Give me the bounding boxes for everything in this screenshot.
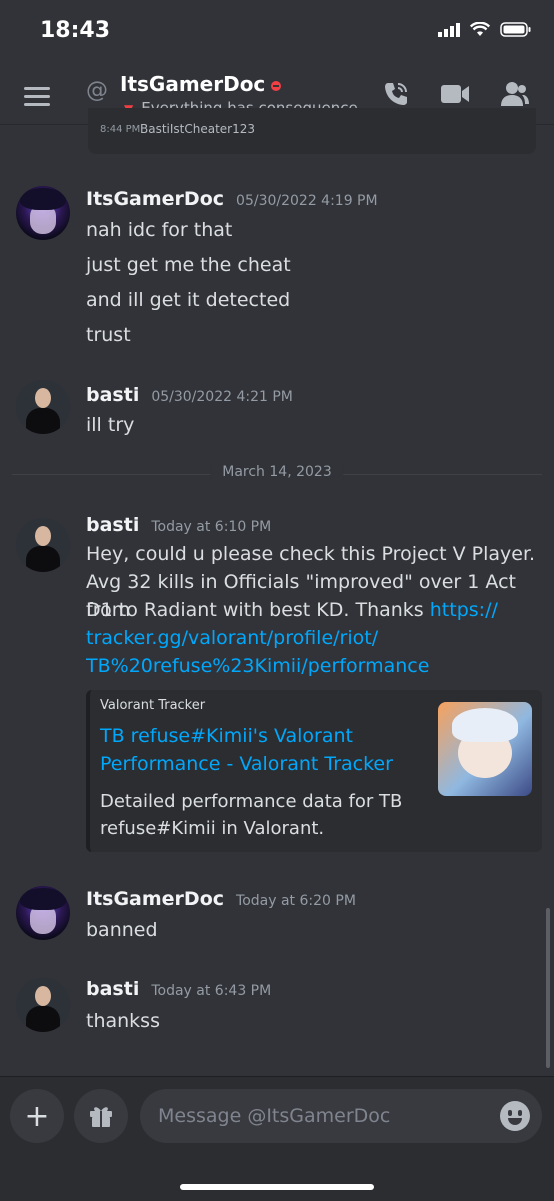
previous-embed-time: 8:44 PM <box>100 124 141 135</box>
embed-title-line: Performance - Valorant Tracker <box>100 753 393 775</box>
message-link[interactable]: TB%20refuse%23Kimii/performance <box>86 652 546 680</box>
timestamp: 05/30/2022 4:21 PM <box>151 389 293 405</box>
message-composer: + Message @ItsGamerDoc <box>0 1076 554 1201</box>
embed-description-line: Detailed performance data for TB <box>100 791 403 812</box>
home-indicator[interactable] <box>180 1184 374 1190</box>
recipient-name-text: ItsGamerDoc <box>120 72 266 96</box>
message-header: basti Today at 6:10 PM <box>86 514 271 536</box>
link-embed: Valorant Tracker TB refuse#Kimii's Valor… <box>86 690 542 852</box>
status-bar: 18:43 <box>0 0 554 68</box>
message-link[interactable]: tracker.gg/valorant/profile/riot/ <box>86 624 546 652</box>
message-input[interactable]: Message @ItsGamerDoc <box>140 1089 542 1143</box>
clock: 18:43 <box>40 18 111 43</box>
wifi-icon <box>470 22 490 36</box>
message-input-placeholder: Message @ItsGamerDoc <box>158 1105 391 1127</box>
message-text: just get me the cheat <box>86 254 291 276</box>
at-icon: @ <box>86 78 108 103</box>
previous-embed-user: BastiIstCheater123 <box>140 122 256 136</box>
avatar[interactable] <box>16 978 70 1032</box>
gift-icon <box>90 1107 112 1127</box>
avatar[interactable] <box>16 518 70 572</box>
message-header: basti 05/30/2022 4:21 PM <box>86 384 293 406</box>
embed-title-line: TB refuse#Kimii's Valorant <box>100 725 353 747</box>
battery-icon <box>500 22 531 37</box>
author-name[interactable]: basti <box>86 384 139 406</box>
date-divider-label: March 14, 2023 <box>210 464 344 480</box>
timestamp: 05/30/2022 4:19 PM <box>236 193 378 209</box>
message-header: ItsGamerDoc Today at 6:20 PM <box>86 888 356 910</box>
cellular-signal-icon <box>438 22 460 37</box>
plus-icon: + <box>24 1098 50 1134</box>
author-name[interactable]: basti <box>86 514 139 536</box>
embed-description: Detailed performance data for TB refuse#… <box>100 788 420 842</box>
message-text: trust <box>86 324 131 346</box>
add-attachment-button[interactable]: + <box>10 1089 64 1143</box>
message-text: ill try <box>86 414 135 436</box>
message-text: banned <box>86 919 158 941</box>
video-call-icon[interactable] <box>440 80 470 108</box>
avatar[interactable] <box>16 380 70 434</box>
recipient-name[interactable]: ItsGamerDoc <box>120 72 282 96</box>
voice-call-icon[interactable] <box>382 80 410 108</box>
gift-button[interactable] <box>74 1089 128 1143</box>
previous-embed: 8:44 PM BastiIstCheater123 <box>88 108 536 154</box>
timestamp: Today at 6:43 PM <box>151 983 272 999</box>
emoji-icon[interactable] <box>500 1101 530 1131</box>
message-text: thankss <box>86 1010 160 1032</box>
timestamp: Today at 6:20 PM <box>236 893 356 909</box>
timestamp: Today at 6:10 PM <box>151 519 272 535</box>
author-name[interactable]: basti <box>86 978 139 1000</box>
message-text: D1 to Radiant with best KD. Thanks https… <box>86 596 546 624</box>
message-link[interactable]: https:// <box>430 599 498 621</box>
message-header: basti Today at 6:43 PM <box>86 978 271 1000</box>
menu-icon[interactable] <box>24 82 50 111</box>
dnd-status-icon <box>271 80 282 91</box>
author-name[interactable]: ItsGamerDoc <box>86 888 224 910</box>
author-name[interactable]: ItsGamerDoc <box>86 188 224 210</box>
avatar[interactable] <box>16 186 70 240</box>
scrollbar[interactable] <box>546 908 550 1068</box>
embed-provider[interactable]: Valorant Tracker <box>100 698 205 713</box>
members-icon[interactable] <box>500 80 530 108</box>
message-text: and ill get it detected <box>86 289 291 311</box>
message-text-span: D1 to Radiant with best KD. Thanks <box>86 599 424 621</box>
message-text: Hey, could u please check this Project V… <box>86 543 536 565</box>
message-header: ItsGamerDoc 05/30/2022 4:19 PM <box>86 188 378 210</box>
date-divider: March 14, 2023 <box>12 464 542 480</box>
embed-thumbnail[interactable] <box>438 702 532 796</box>
embed-description-line: refuse#Kimii in Valorant. <box>100 818 325 839</box>
message-text: nah idc for that <box>86 219 233 241</box>
avatar[interactable] <box>16 886 70 940</box>
embed-title[interactable]: TB refuse#Kimii's Valorant Performance -… <box>100 722 400 778</box>
